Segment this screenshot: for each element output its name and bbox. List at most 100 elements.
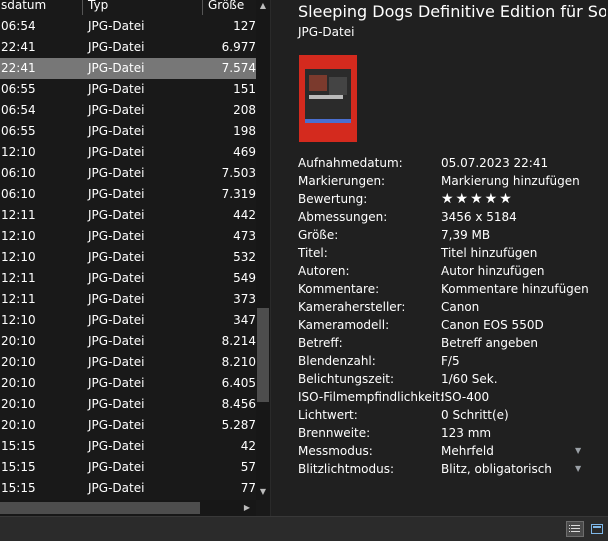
file-row[interactable]: 06:10 JPG-Datei 7.319: [0, 184, 256, 205]
file-row[interactable]: 12:10 JPG-Datei 473: [0, 226, 256, 247]
property-value[interactable]: 123 mm: [441, 424, 491, 442]
file-date: 20:10: [1, 397, 36, 411]
messmodus-dropdown[interactable]: Mehrfeld: [441, 442, 494, 460]
file-row[interactable]: 12:11 JPG-Datei 442: [0, 205, 256, 226]
property-label: Kommentare:: [298, 282, 380, 296]
property-label: Kameramodell:: [298, 318, 390, 332]
file-row[interactable]: 15:15 JPG-Datei 42: [0, 436, 256, 457]
file-size: 8.214: [221, 334, 256, 348]
file-row[interactable]: 20:10 JPG-Datei 6.405: [0, 373, 256, 394]
file-size: 7.319: [221, 187, 256, 201]
column-separator[interactable]: [82, 0, 83, 15]
details-view-button[interactable]: [566, 521, 584, 537]
file-date: 20:10: [1, 376, 36, 390]
property-label: Belichtungszeit:: [298, 372, 395, 386]
property-label: Betreff:: [298, 336, 343, 350]
property-value[interactable]: Titel hinzufügen: [441, 244, 537, 262]
file-type: JPG-Datei: [88, 313, 145, 327]
file-type: JPG-Datei: [88, 334, 145, 348]
cover-artwork: [309, 75, 327, 91]
file-size: 198: [233, 124, 256, 138]
cover-text-graphic: [309, 95, 343, 99]
file-date: 12:11: [1, 271, 36, 285]
file-date: 06:55: [1, 82, 36, 96]
property-label: Bewertung:: [298, 192, 368, 206]
blitzlichtmodus-dropdown[interactable]: Blitz, obligatorisch: [441, 460, 552, 478]
property-label: Aufnahmedatum:: [298, 156, 403, 170]
file-row[interactable]: 12:10 JPG-Datei 532: [0, 247, 256, 268]
file-type: JPG-Datei: [88, 124, 145, 138]
details-pane: Sleeping Dogs Definitive Edition für Son…: [270, 0, 608, 516]
rating-stars[interactable]: ★★★★★: [441, 190, 514, 208]
property-row-iso: ISO-Filmempfindlichkeit: ISO-400: [298, 388, 603, 406]
column-header-type[interactable]: Typ: [88, 0, 108, 13]
file-date: 06:55: [1, 124, 36, 138]
column-header-size[interactable]: Größe: [208, 0, 244, 13]
property-value[interactable]: Markierung hinzufügen: [441, 172, 580, 190]
file-type: JPG-Datei: [88, 19, 145, 33]
file-list-pane: sdatum Typ Größe 06:54 JPG-Datei 127 22:41…: [0, 0, 270, 516]
file-row[interactable]: 06:55 JPG-Datei 198: [0, 121, 256, 142]
property-value[interactable]: F/5: [441, 352, 460, 370]
property-value[interactable]: Canon: [441, 298, 479, 316]
file-row[interactable]: 20:10 JPG-Datei 8.456: [0, 394, 256, 415]
property-value[interactable]: Canon EOS 550D: [441, 316, 544, 334]
property-value[interactable]: ISO-400: [441, 388, 489, 406]
file-date: 15:15: [1, 439, 36, 453]
property-value[interactable]: 1/60 Sek.: [441, 370, 498, 388]
property-label: Autoren:: [298, 264, 350, 278]
file-type: JPG-Datei: [88, 250, 145, 264]
image-thumbnail: [299, 55, 357, 142]
chevron-down-icon[interactable]: ▼: [575, 460, 581, 478]
file-row[interactable]: 06:54 JPG-Datei 208: [0, 100, 256, 121]
file-row[interactable]: 06:55 JPG-Datei 151: [0, 79, 256, 100]
column-separator[interactable]: [202, 0, 203, 15]
property-row-aufnahmedatum: Aufnahmedatum: 05.07.2023 22:41: [298, 154, 603, 172]
file-row[interactable]: 22:41 JPG-Datei 6.977: [0, 37, 256, 58]
file-title: Sleeping Dogs Definitive Edition für Son…: [298, 2, 606, 21]
file-row[interactable]: 20:10 JPG-Datei 8.214: [0, 331, 256, 352]
property-row-titel: Titel: Titel hinzufügen: [298, 244, 603, 262]
scroll-down-icon[interactable]: ▼: [256, 486, 270, 498]
file-row[interactable]: 12:11 JPG-Datei 373: [0, 289, 256, 310]
file-size: 347: [233, 313, 256, 327]
file-row-selected[interactable]: 22:41 JPG-Datei 7.574: [0, 58, 256, 79]
file-type: JPG-Datei: [88, 418, 145, 432]
file-type: JPG-Datei: [88, 40, 145, 54]
file-row[interactable]: 20:10 JPG-Datei 8.210: [0, 352, 256, 373]
file-row[interactable]: 12:10 JPG-Datei 347: [0, 310, 256, 331]
vertical-scrollbar[interactable]: ▲ ▼: [256, 0, 270, 500]
file-size: 5.287: [221, 418, 256, 432]
file-row[interactable]: 12:11 JPG-Datei 549: [0, 268, 256, 289]
file-type: JPG-Datei: [88, 460, 145, 474]
property-value[interactable]: Kommentare hinzufügen: [441, 280, 589, 298]
vertical-scroll-thumb[interactable]: [257, 308, 269, 402]
file-type: JPG-Datei: [88, 229, 145, 243]
file-size: 549: [233, 271, 256, 285]
property-value[interactable]: 0 Schritt(e): [441, 406, 509, 424]
file-row[interactable]: 06:10 JPG-Datei 7.503: [0, 163, 256, 184]
chevron-down-icon[interactable]: ▼: [575, 442, 581, 460]
property-value: 7,39 MB: [441, 228, 491, 242]
property-value[interactable]: 05.07.2023 22:41: [441, 154, 548, 172]
scroll-right-icon[interactable]: ▶: [240, 500, 254, 516]
file-row[interactable]: 15:15 JPG-Datei 57: [0, 457, 256, 478]
horizontal-scrollbar[interactable]: ▶: [0, 500, 256, 516]
file-row[interactable]: 06:54 JPG-Datei 127: [0, 16, 256, 37]
column-header-date[interactable]: sdatum: [1, 0, 46, 13]
file-row[interactable]: 20:10 JPG-Datei 5.287: [0, 415, 256, 436]
horizontal-scroll-thumb[interactable]: [0, 502, 200, 514]
property-value[interactable]: Autor hinzufügen: [441, 262, 545, 280]
large-icons-view-button[interactable]: [588, 521, 606, 537]
file-row[interactable]: 15:15 JPG-Datei 77: [0, 478, 256, 499]
file-size: 532: [233, 250, 256, 264]
file-row[interactable]: 12:10 JPG-Datei 469: [0, 142, 256, 163]
scroll-up-icon[interactable]: ▲: [256, 0, 270, 12]
property-label: Brennweite:: [298, 426, 371, 440]
file-date: 20:10: [1, 355, 36, 369]
property-row-markierungen: Markierungen: Markierung hinzufügen: [298, 172, 603, 190]
file-size: 42: [240, 439, 256, 453]
property-label: Blitzlichtmodus:: [298, 462, 395, 476]
property-value[interactable]: Betreff angeben: [441, 334, 538, 352]
file-date: 22:41: [1, 40, 36, 54]
